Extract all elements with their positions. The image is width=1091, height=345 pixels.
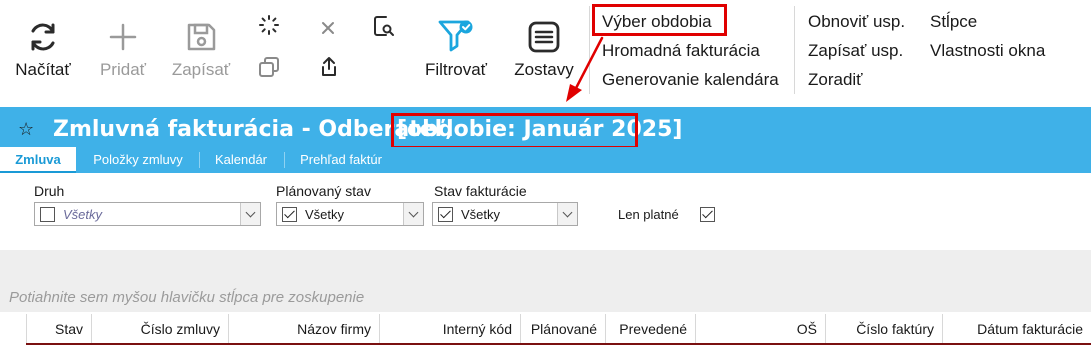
toolbar-separator [794, 6, 795, 94]
tab-calendar[interactable]: Kalendár [202, 147, 280, 173]
planned-state-label: Plánovaný stav [276, 183, 371, 199]
favorite-star-icon[interactable]: ☆ [18, 119, 34, 140]
planned-state-value: Všetky [305, 207, 345, 222]
filter-button[interactable]: Filtrovať [418, 18, 494, 84]
group-by-panel[interactable]: Potiahnite sem myšou hlavičku stĺpca pre… [0, 250, 1091, 312]
column-header-planned[interactable]: Plánované [520, 314, 605, 345]
plus-icon [108, 22, 138, 57]
tab-invoice-overview[interactable]: Prehľad faktúr [287, 147, 395, 173]
close-icon[interactable] [320, 20, 336, 41]
valid-only-checkbox[interactable] [700, 207, 715, 222]
period-selection-highlight [592, 4, 727, 36]
column-header-transferred[interactable]: Prevedené [605, 314, 695, 345]
save-icon [185, 21, 217, 58]
type-filter-select[interactable]: Všetky [34, 202, 261, 226]
document-search-icon[interactable] [372, 14, 396, 43]
refresh-icon [26, 20, 60, 59]
tab-divider [284, 152, 285, 168]
period-label-highlight [391, 113, 638, 149]
column-header-internal-code[interactable]: Interný kód [379, 314, 520, 345]
reload-label: Načítať [15, 60, 71, 79]
tab-bar: Zmluva Položky zmluvy Kalendár Prehľad f… [0, 147, 1091, 173]
tab-contract[interactable]: Zmluva [0, 147, 76, 173]
copy-icon[interactable] [258, 56, 280, 83]
menu-columns[interactable]: Stĺpce [930, 12, 977, 32]
chevron-down-icon[interactable] [557, 203, 577, 225]
menu-save-settings[interactable]: Zapísať usp. [808, 41, 903, 61]
chevron-down-icon[interactable] [240, 203, 260, 225]
column-header-invoice-number[interactable]: Číslo faktúry [825, 314, 942, 345]
annotation-arrow [566, 36, 604, 102]
planned-state-checkbox[interactable] [282, 207, 297, 222]
menu-sort[interactable]: Zoradiť [808, 70, 863, 90]
filter-icon [437, 18, 475, 59]
spinner-icon[interactable] [258, 14, 280, 41]
menu-window-properties[interactable]: Vlastnosti okna [930, 41, 1045, 61]
valid-only-label: Len platné [618, 207, 679, 222]
menu-bulk-invoicing[interactable]: Hromadná fakturácia [602, 41, 760, 61]
grid-header: Stav Číslo zmluvy Názov firmy Interný kó… [0, 314, 1091, 345]
toolbar: Načítať Pridať Zapísať Filtrovať Zostavy… [0, 0, 1091, 107]
menu-refresh-settings[interactable]: Obnoviť usp. [808, 12, 905, 32]
column-header-invoice-date[interactable]: Dátum fakturácie [942, 314, 1091, 345]
type-filter-label: Druh [34, 183, 65, 199]
filter-label: Filtrovať [424, 60, 488, 79]
list-icon [527, 20, 561, 59]
save-label: Zapísať [171, 60, 231, 79]
group-by-hint: Potiahnite sem myšou hlavičku stĺpca pre… [9, 289, 365, 306]
menu-generate-calendar[interactable]: Generovanie kalendára [602, 70, 779, 90]
type-filter-checkbox[interactable] [40, 207, 55, 222]
invoice-state-value: Všetky [461, 207, 501, 222]
tab-contract-items[interactable]: Položky zmluvy [80, 147, 196, 173]
tab-divider [199, 152, 200, 168]
invoice-state-select[interactable]: Všetky [432, 202, 578, 226]
save-button[interactable]: Zapísať [166, 18, 236, 84]
type-filter-value: Všetky [63, 207, 103, 222]
invoice-state-checkbox[interactable] [438, 207, 453, 222]
column-header-os[interactable]: OŠ [695, 314, 825, 345]
share-icon[interactable] [318, 56, 340, 83]
invoice-state-label: Stav fakturácie [434, 183, 527, 199]
add-button[interactable]: Pridať [92, 18, 154, 84]
column-header-status[interactable]: Stav [26, 314, 91, 345]
planned-state-select[interactable]: Všetky [276, 202, 424, 226]
add-label: Pridať [99, 60, 147, 79]
column-header-contract-number[interactable]: Číslo zmluvy [91, 314, 228, 345]
reload-button[interactable]: Načítať [8, 18, 78, 84]
chevron-down-icon[interactable] [403, 203, 423, 225]
column-header-company-name[interactable]: Názov firmy [228, 314, 379, 345]
